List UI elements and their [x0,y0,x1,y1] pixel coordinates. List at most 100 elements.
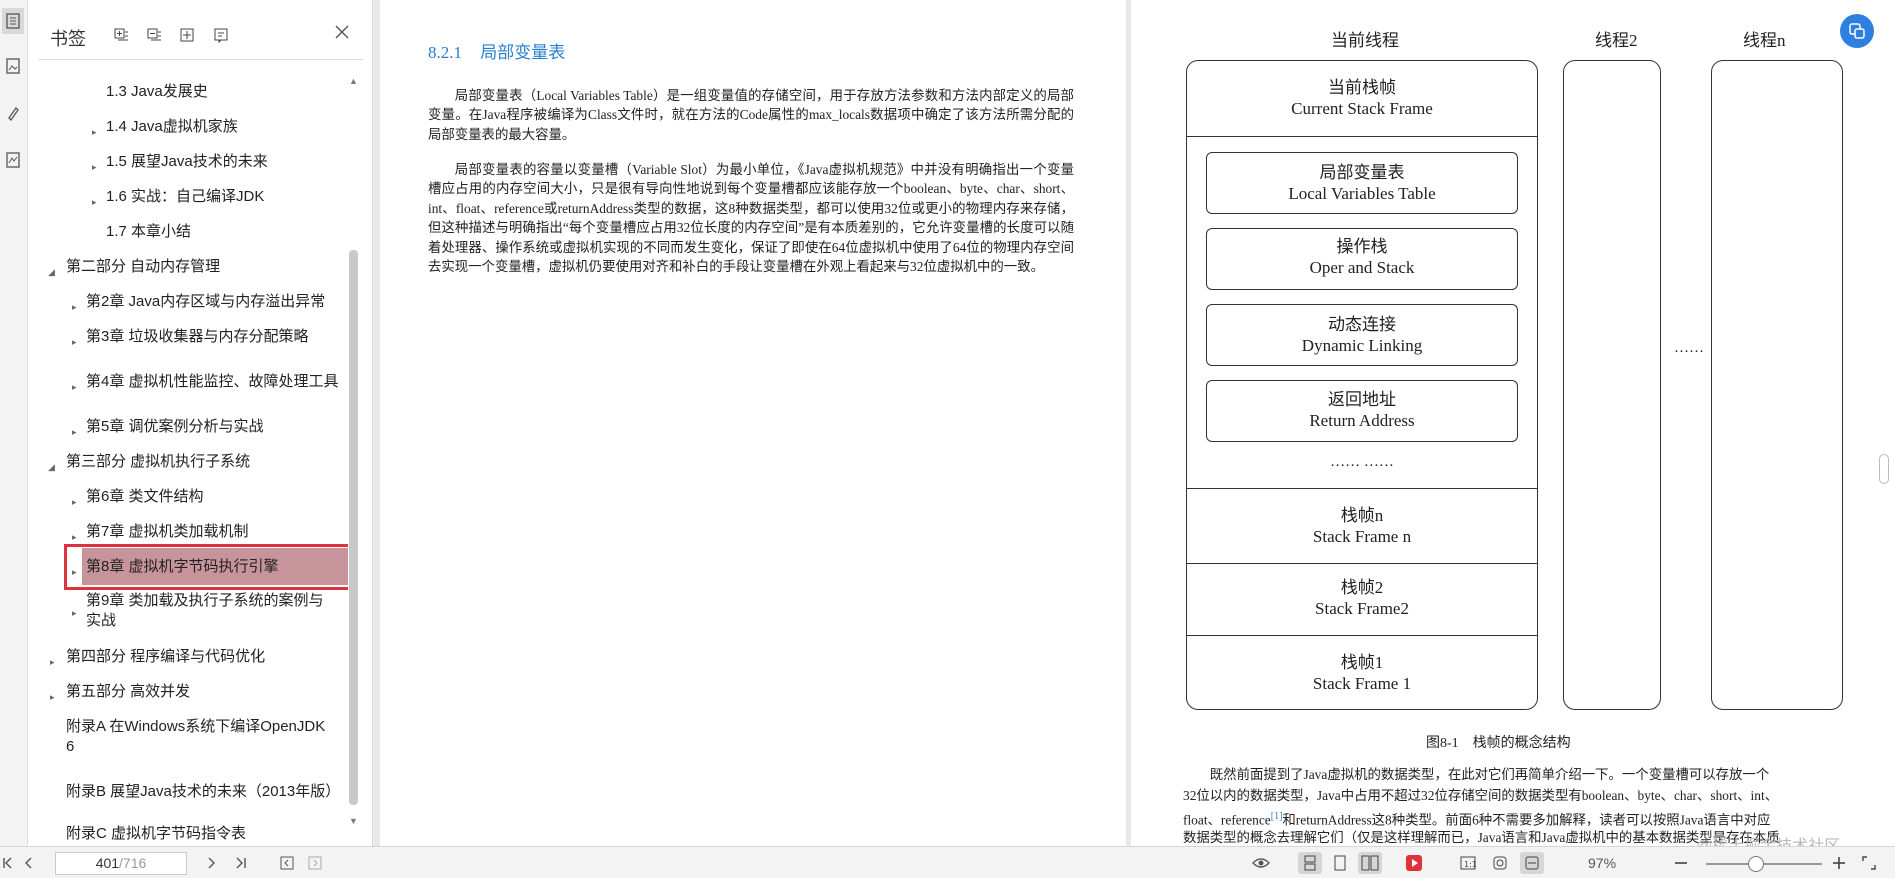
next-page-icon[interactable] [202,854,220,872]
return-address-label: 返回地址 Return Address [1206,389,1518,431]
play-icon[interactable] [1402,852,1426,874]
stack-frame-1-label: 栈帧1 Stack Frame 1 [1186,652,1538,694]
zoom-in-icon[interactable] [1830,854,1848,872]
actual-size-icon[interactable]: 1:1 [1456,852,1480,874]
frame-n-cn: 栈帧n [1340,506,1384,525]
bookmark-label: 1.3 Java发展史 [106,83,208,100]
bookmark-label: 第7章 虚拟机类加载机制 [86,523,249,540]
expand-arrow-icon[interactable]: ▸ [92,192,97,212]
status-bar: 401/716 1:1 97% [0,846,1895,878]
back-icon[interactable] [278,854,296,872]
first-page-icon[interactable] [0,854,18,872]
bookmark-panel-icon[interactable] [2,8,24,34]
expand-arrow-icon[interactable]: ▸ [92,122,97,142]
body-paragraph: 局部变量表的容量以变量槽（Variable Slot）为最小单位，《Java虚拟… [428,162,1074,275]
body-paragraph: 局部变量表（Local Variables Table）是一组变量值的存储空间，… [428,88,1074,142]
bookmark-scrollbar[interactable]: ▲ ▼ [346,72,360,834]
section-title: 局部变量表 [480,43,566,62]
expand-all-icon[interactable] [110,24,132,46]
divider [1186,488,1538,490]
floating-translate-button[interactable] [1840,14,1874,48]
zoom-slider-knob[interactable] [1748,856,1764,872]
section-number: 8.2.1 [428,43,462,62]
bookmark-label: 1.4 Java虚拟机家族 [106,118,238,135]
document-scrollbar-thumb[interactable] [1879,454,1889,484]
paragraph-line: 数据类型的概念去理解它们（仅是这样理解而已，Java语言和Java虚拟机中的基本… [1183,830,1780,845]
bookmark-label: 第四部分 程序编译与代码优化 [66,648,266,665]
expand-arrow-icon[interactable]: ▸ [72,562,77,582]
bookmark-label: 附录C 虚拟机字节码指令表 [66,825,247,842]
body-paragraph: 既然前面提到了Java虚拟机的数据类型，在此对它们再简单介绍一下。一个变量槽可以… [1183,765,1843,786]
expand-arrow-icon[interactable]: ▸ [72,422,77,442]
dyn-en: Dynamic Linking [1301,336,1423,355]
bookmark-label: 第3章 垃圾收集器与内存分配策略 [86,328,309,345]
divider [1186,635,1538,637]
frame-2-cn: 栈帧2 [1340,578,1384,597]
scroll-up-icon[interactable]: ▲ [349,76,358,86]
expand-arrow-icon[interactable]: ▸ [72,297,77,317]
local-variables-table-label: 局部变量表 Local Variables Table [1206,162,1518,204]
pdf-page-right: 当前线程 线程2 线程n 当前栈帧 Current Stack Frame 局部… [1131,0,1895,846]
paragraph-line: 和returnAddress这8种类型。前面6种不需要多加解释，读者可以按照Ja… [1282,812,1771,828]
dyn-cn: 动态连接 [1328,315,1396,334]
continuous-scroll-icon[interactable] [1298,852,1322,874]
footnote-ref[interactable]: [1] [1271,811,1283,822]
close-icon[interactable] [334,24,356,46]
side-tool-rail [0,0,28,846]
thumbnail-icon[interactable] [2,53,24,79]
thread2-box [1563,60,1661,710]
current-frame-en: Current Stack Frame [1291,99,1433,118]
add-bookmark-icon[interactable] [176,24,198,46]
expand-arrow-icon[interactable]: ▸ [72,603,77,623]
bookmark-note-icon[interactable] [210,24,232,46]
collapse-all-icon[interactable] [143,24,165,46]
collapse-arrow-icon[interactable]: ◢ [48,262,55,282]
last-page-icon[interactable] [231,854,249,872]
bookmark-label: 第8章 虚拟机字节码执行引擎 [86,558,279,575]
collapse-arrow-icon[interactable]: ◢ [48,457,55,477]
bookmark-label: 第9章 类加载及执行子系统的案例与实战 [86,592,324,629]
paragraph-line: 既然前面提到了Java虚拟机的数据类型，在此对它们再简单介绍一下。一个变量槽可以… [1209,767,1770,782]
single-page-icon[interactable] [1328,852,1352,874]
column-title-threadn: 线程n [1743,31,1786,50]
fit-width-icon[interactable] [1520,852,1544,874]
expand-arrow-icon[interactable]: ▸ [72,492,77,512]
stack-frame-2-label: 栈帧2 Stack Frame2 [1186,577,1538,619]
bookmark-label: 1.5 展望Java技术的未来 [106,153,268,170]
expand-arrow-icon[interactable]: ▸ [72,332,77,352]
operand-stack-label: 操作栈 Oper and Stack [1206,236,1518,278]
scroll-down-icon[interactable]: ▼ [349,816,358,826]
bookmark-label: 第2章 Java内存区域与内存溢出异常 [86,293,326,310]
expand-arrow-icon[interactable]: ▸ [50,687,55,707]
forward-icon[interactable] [306,854,324,872]
expand-arrow-icon[interactable]: ▸ [50,652,55,672]
fit-page-icon[interactable] [1488,852,1512,874]
bookmark-panel-header: 书签 [28,0,373,64]
annotation-icon[interactable] [2,100,24,126]
zoom-slider-track[interactable] [1706,863,1822,865]
ret-en: Return Address [1309,411,1415,430]
document-view[interactable]: 8.2.1 局部变量表 局部变量表（Local Variables Table）… [374,0,1895,846]
threadn-box [1711,60,1843,710]
fullscreen-icon[interactable] [1860,854,1878,872]
current-frame-cn: 当前栈帧 [1328,78,1396,97]
frame-n-en: Stack Frame n [1312,527,1412,546]
body-paragraph: 32位以内的数据类型，Java中占用不超过32位存储空间的数据类型有boolea… [1183,786,1843,807]
two-page-icon[interactable] [1358,852,1382,874]
lvt-en: Local Variables Table [1288,184,1436,203]
bookmark-label: 第三部分 虚拟机执行子系统 [66,453,251,470]
expand-arrow-icon[interactable]: ▸ [72,377,77,397]
bookmark-label: 1.7 本章小结 [106,223,192,240]
threads-ellipsis: …… [1674,340,1704,356]
eye-protection-icon[interactable] [1252,854,1270,872]
zoom-level[interactable]: 97% [1588,855,1616,871]
bookmark-label: 第5章 调优案例分析与实战 [86,418,264,435]
previous-page-icon[interactable] [20,854,38,872]
attachment-icon[interactable] [2,147,24,173]
scrollbar-thumb[interactable] [349,250,358,805]
page-number-input[interactable]: 401/716 [55,852,187,875]
frame-2-en: Stack Frame2 [1315,599,1409,618]
ret-cn: 返回地址 [1328,390,1396,409]
expand-arrow-icon[interactable]: ▸ [92,157,97,177]
zoom-out-icon[interactable] [1672,854,1690,872]
